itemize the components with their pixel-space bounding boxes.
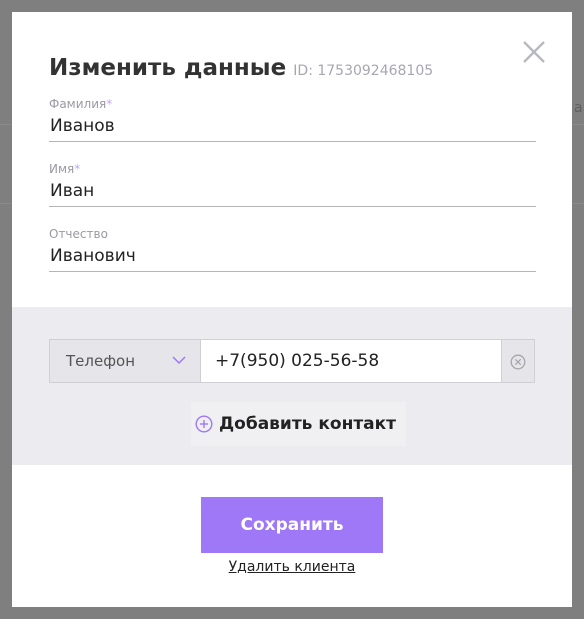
save-button[interactable]: Сохранить: [201, 497, 383, 553]
middle-name-field: Отчество: [49, 227, 536, 272]
contact-type-value: Телефон: [66, 352, 136, 370]
required-mark: *: [106, 97, 113, 111]
contacts-section: Телефон Добавить контакт: [12, 307, 572, 465]
first-name-input[interactable]: [49, 176, 536, 207]
add-contact-button[interactable]: Добавить контакт: [191, 402, 407, 446]
required-mark: *: [74, 162, 81, 176]
background-page-text: ак: [574, 100, 584, 116]
last-name-input[interactable]: [49, 111, 536, 142]
chevron-down-icon: [172, 356, 186, 365]
plus-circle-icon: [195, 415, 213, 433]
last-name-field: Фамилия*: [49, 97, 536, 142]
edit-client-modal: Изменить данные ID: 1753092468105 Фамили…: [12, 12, 572, 607]
clear-contact-button[interactable]: [501, 339, 535, 383]
client-id: ID: 1753092468105: [293, 63, 434, 79]
modal-header: Изменить данные ID: 1753092468105: [49, 55, 433, 81]
first-name-field: Имя*: [49, 162, 536, 207]
delete-client-link[interactable]: Удалить клиента: [12, 559, 572, 575]
last-name-label: Фамилия*: [49, 97, 536, 111]
first-name-label-text: Имя: [49, 162, 75, 176]
close-icon[interactable]: [521, 39, 547, 65]
modal-title: Изменить данные: [49, 55, 287, 81]
clear-circle-icon: [510, 354, 526, 370]
contact-row: Телефон: [49, 339, 535, 383]
middle-name-label-text: Отчество: [49, 227, 108, 241]
contact-type-select[interactable]: Телефон: [49, 339, 201, 383]
phone-input[interactable]: [201, 339, 501, 383]
middle-name-label: Отчество: [49, 227, 536, 241]
first-name-label: Имя*: [49, 162, 536, 176]
add-contact-label: Добавить контакт: [219, 414, 397, 434]
middle-name-input[interactable]: [49, 241, 536, 272]
last-name-label-text: Фамилия: [49, 97, 107, 111]
